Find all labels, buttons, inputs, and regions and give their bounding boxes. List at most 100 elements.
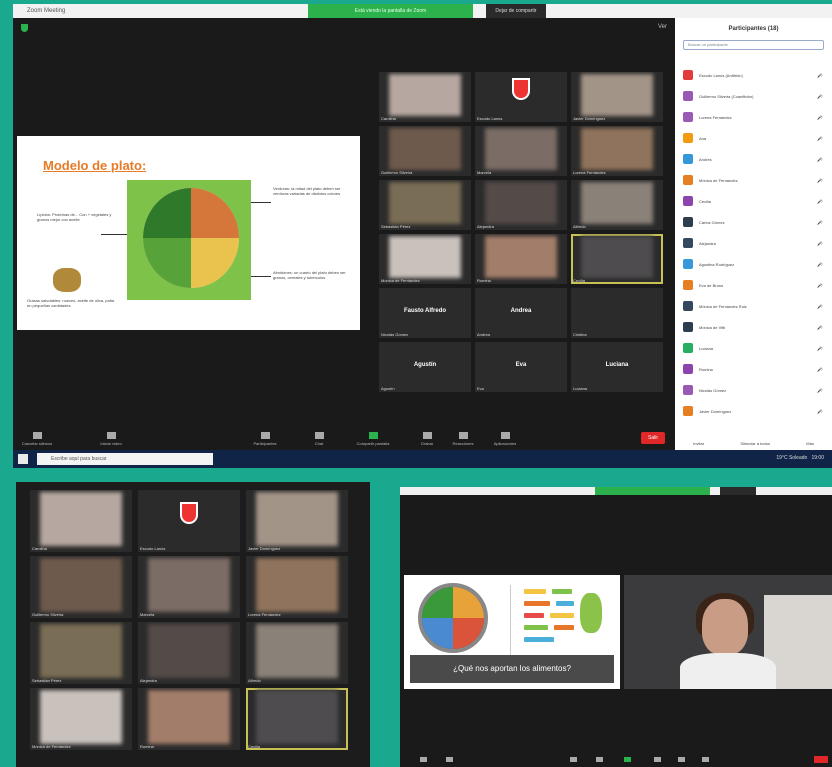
video-button[interactable]: Iniciar video bbox=[91, 432, 131, 446]
video-tile[interactable]: Guillermo Silveira bbox=[379, 126, 471, 176]
participant-row[interactable]: Eva de Bruno 🎤̸ bbox=[675, 276, 832, 297]
participant-row[interactable]: Andrés 🎤̸ bbox=[675, 150, 832, 171]
video-tile[interactable]: Luciana Luciana bbox=[571, 342, 663, 392]
video-tile[interactable]: Mónica de Fernández bbox=[379, 234, 471, 284]
video-tile[interactable]: Lorena Fernández bbox=[571, 126, 663, 176]
muted-microphone-icon: 🎤̸ bbox=[817, 115, 822, 120]
participant-row[interactable]: Cecilia 🎤̸ bbox=[675, 192, 832, 213]
video-tile[interactable]: Alejandra bbox=[475, 180, 567, 230]
video-gallery: Carolina Escudo Lanús Javier Domínguez G… bbox=[379, 72, 673, 402]
shield-icon[interactable] bbox=[21, 24, 28, 32]
video-tile[interactable]: Marcela bbox=[138, 556, 240, 618]
stop-share-button[interactable]: Dejar de compartir bbox=[486, 4, 546, 18]
participant-row[interactable]: Luciana 🎤̸ bbox=[675, 339, 832, 360]
speaker-video[interactable] bbox=[624, 575, 832, 689]
windows-start-icon[interactable] bbox=[18, 454, 28, 464]
participant-row[interactable]: Javier Domínguez 🎤̸ bbox=[675, 402, 832, 423]
participant-row[interactable]: Mónica de Fernández Ruiz 🎤̸ bbox=[675, 297, 832, 318]
end-meeting-button[interactable]: Salir bbox=[641, 432, 665, 444]
participant-row[interactable]: Escudo Lanús (Anfitrión) 🎤̸ bbox=[675, 66, 832, 87]
taskbar-search[interactable]: Escribe aquí para buscar bbox=[37, 453, 213, 465]
share-screen-icon[interactable] bbox=[624, 757, 631, 762]
video-tile[interactable]: Sebastián Pérez bbox=[30, 622, 132, 684]
video-tile-active-speaker[interactable]: Cecilia bbox=[571, 234, 663, 284]
slide-right-bottom-text: Almidones: un cuarto del plato deben ser… bbox=[273, 270, 346, 280]
mute-all-button[interactable]: Silenciar a todos bbox=[740, 441, 770, 446]
clock: 19:00 bbox=[811, 455, 824, 461]
muted-microphone-icon: 🎤̸ bbox=[817, 220, 822, 225]
camera-icon[interactable] bbox=[446, 757, 453, 762]
avatar bbox=[683, 112, 693, 122]
avatar bbox=[683, 322, 693, 332]
participant-row[interactable]: Mónica de Vitti 🎤̸ bbox=[675, 318, 832, 339]
slide-arrow-left bbox=[101, 234, 127, 235]
video-tile[interactable]: Andrea Andrea bbox=[475, 288, 567, 338]
muted-microphone-icon: 🎤̸ bbox=[817, 178, 822, 183]
video-tile[interactable]: Alfredo bbox=[571, 180, 663, 230]
apps-icon[interactable] bbox=[702, 757, 709, 762]
video-tile[interactable]: Escudo Lanús bbox=[138, 490, 240, 552]
apps-button[interactable]: Aplicaciones bbox=[485, 432, 525, 446]
video-tile[interactable]: Escudo Lanús bbox=[475, 72, 567, 122]
video-tile[interactable]: Marcela bbox=[475, 126, 567, 176]
avatar bbox=[683, 175, 693, 185]
participant-row[interactable]: Nicolás Gómez 🎤̸ bbox=[675, 381, 832, 402]
video-tile-active-speaker[interactable]: Cecilia bbox=[246, 688, 348, 750]
participant-row[interactable]: Ana 🎤̸ bbox=[675, 129, 832, 150]
avatar bbox=[683, 343, 693, 353]
video-tile[interactable]: Cristina bbox=[571, 288, 663, 338]
reactions-button[interactable]: Reacciones bbox=[443, 432, 483, 446]
participants-icon[interactable] bbox=[570, 757, 577, 762]
participant-row[interactable]: Romina 🎤̸ bbox=[675, 360, 832, 381]
participant-row[interactable]: Alejandra 🎤̸ bbox=[675, 234, 832, 255]
record-button[interactable]: Grabar bbox=[407, 432, 447, 446]
video-tile[interactable]: Javier Domínguez bbox=[246, 490, 348, 552]
video-tile[interactable]: Mónica de Fernández bbox=[30, 688, 132, 750]
video-tile[interactable]: Agustín Agustín bbox=[379, 342, 471, 392]
chat-icon[interactable] bbox=[596, 757, 603, 762]
participant-name: Andrés bbox=[699, 157, 712, 162]
video-tile[interactable]: Romina bbox=[475, 234, 567, 284]
stop-share-button[interactable] bbox=[720, 487, 756, 495]
participant-row[interactable]: Mónica de Fernández 🎤̸ bbox=[675, 171, 832, 192]
reactions-icon[interactable] bbox=[678, 757, 685, 762]
video-tile[interactable]: Eva Eva bbox=[475, 342, 567, 392]
record-icon[interactable] bbox=[654, 757, 661, 762]
participant-row[interactable]: Lorena Fernández 🎤̸ bbox=[675, 108, 832, 129]
video-tile[interactable]: Fausto Alfredo Nicolás Gómez bbox=[379, 288, 471, 338]
avatar bbox=[683, 154, 693, 164]
video-tile[interactable]: Alejandra bbox=[138, 622, 240, 684]
view-button[interactable]: Ver bbox=[658, 24, 667, 30]
video-tile[interactable]: Romina bbox=[138, 688, 240, 750]
share-screen-button[interactable]: Compartir pantalla bbox=[353, 432, 393, 446]
end-meeting-button[interactable] bbox=[814, 756, 828, 763]
participant-name: Javier Domínguez bbox=[699, 409, 732, 414]
chat-icon bbox=[314, 432, 324, 439]
microphone-icon bbox=[32, 432, 42, 439]
video-tile[interactable]: Sebastián Pérez bbox=[379, 180, 471, 230]
video-tile[interactable]: Javier Domínguez bbox=[571, 72, 663, 122]
participants-title: Participantes (18) bbox=[728, 26, 779, 32]
avatar bbox=[683, 91, 693, 101]
mute-button[interactable]: Cancelar silencio bbox=[17, 432, 57, 446]
video-tile[interactable]: Guillermo Silveira bbox=[30, 556, 132, 618]
record-icon bbox=[422, 432, 432, 439]
nuts-image bbox=[53, 268, 81, 292]
more-button[interactable]: Más bbox=[806, 441, 814, 446]
video-tile[interactable]: Alfredo bbox=[246, 622, 348, 684]
invite-button[interactable]: Invitar bbox=[693, 441, 704, 446]
participant-name: Lorena Fernández bbox=[699, 115, 732, 120]
video-tile[interactable]: Carolina bbox=[379, 72, 471, 122]
participants-button[interactable]: Participantes bbox=[245, 432, 285, 446]
microphone-icon[interactable] bbox=[420, 757, 427, 762]
video-tile[interactable]: Carolina bbox=[30, 490, 132, 552]
chat-button[interactable]: Chat bbox=[299, 432, 339, 446]
participant-row[interactable]: Agustina Rodríguez 🎤̸ bbox=[675, 255, 832, 276]
video-tile[interactable]: Lorena Fernández bbox=[246, 556, 348, 618]
participant-row[interactable]: Guillermo Silveira (Coanfitrión) 🎤̸ bbox=[675, 87, 832, 108]
muted-microphone-icon: 🎤̸ bbox=[817, 94, 822, 99]
participants-search-input[interactable]: Buscar un participante bbox=[683, 40, 824, 50]
share-screen-icon bbox=[368, 432, 378, 439]
meeting-toolbar bbox=[400, 753, 832, 767]
participant-row[interactable]: Carlos Gómez 🎤̸ bbox=[675, 213, 832, 234]
